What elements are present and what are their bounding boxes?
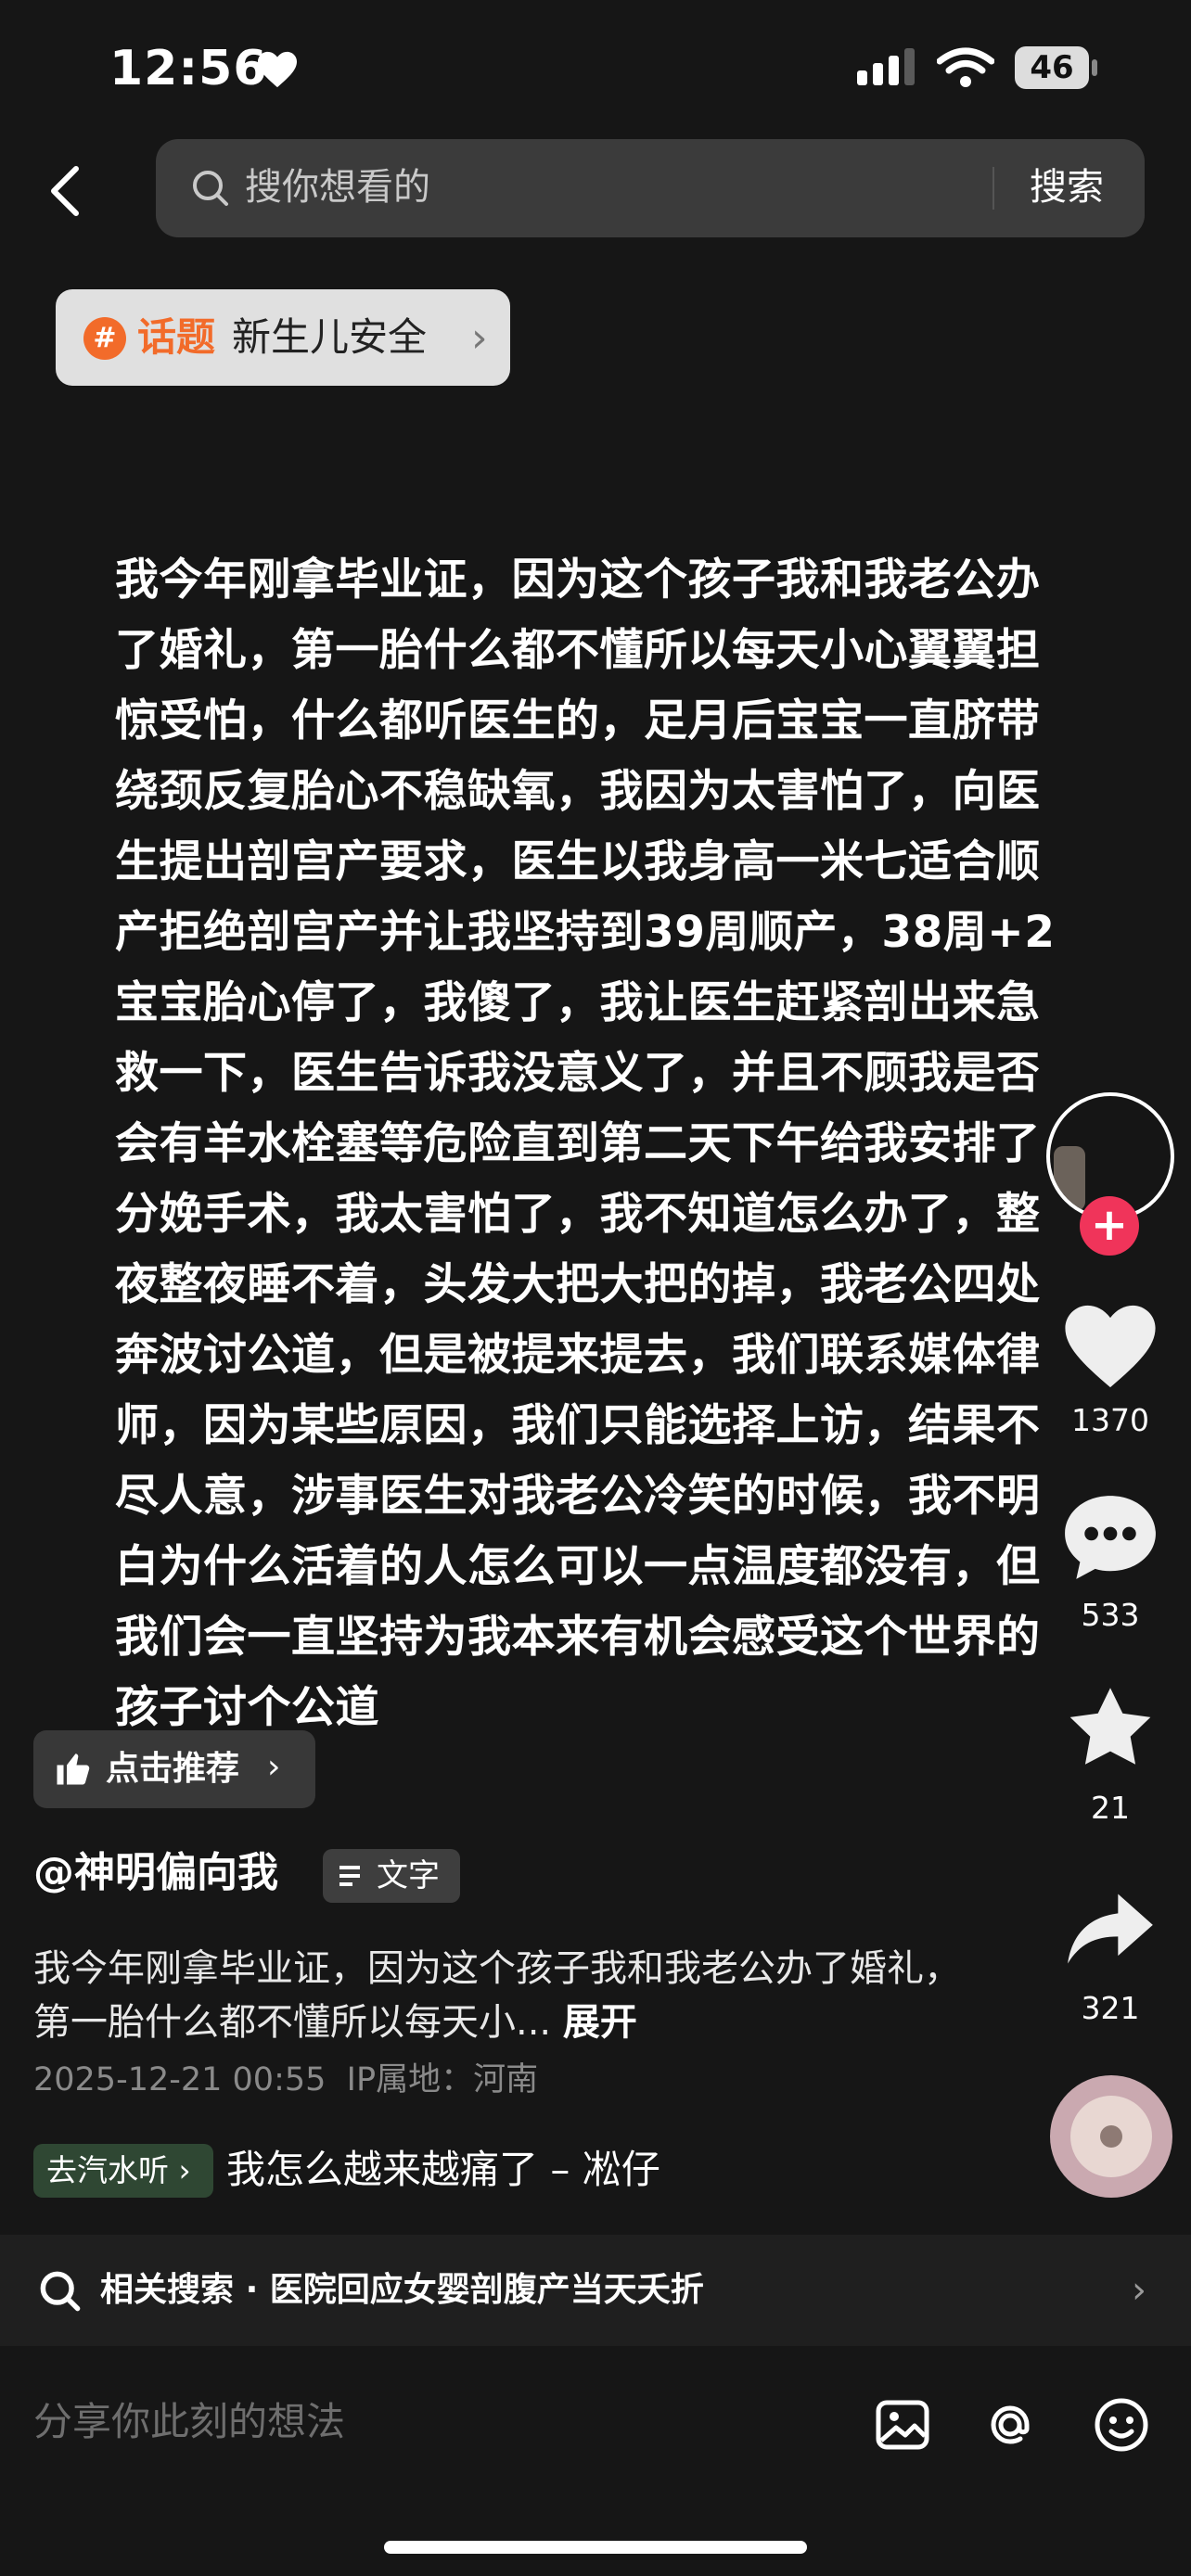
chevron-right-icon: › [471,314,488,362]
related-separator: · [245,2271,259,2309]
topic-chip[interactable]: # 话题 新生儿安全 › [56,289,510,386]
thumbs-up-icon [57,1753,90,1785]
back-icon[interactable] [46,163,87,219]
recommend-label: 点击推荐 [106,1750,240,1788]
text-type-label: 文字 [377,1857,440,1894]
share-icon[interactable] [1061,1882,1159,1975]
chevron-right-icon: › [1132,2269,1146,2312]
music-link-label: 去汽水听 [46,2152,169,2188]
mention-at-icon[interactable] [981,2396,1039,2454]
search-input[interactable]: 搜你想看的 [245,159,430,215]
related-search-text: 相关搜索 · 医院回应女婴剖腹产当天夭折 [100,2263,704,2318]
battery-icon: 46 [1015,46,1098,89]
description-text: 我今年刚拿毕业证，因为这个孩子我和我老公办了婚礼，第一胎什么都不懂所以每天小..… [33,1947,961,2044]
post-main-text: 我今年刚拿毕业证，因为这个孩子我和我老公办了婚礼，第一胎什么都不懂所以每天小心翼… [115,555,1056,1733]
related-label: 相关搜索 [100,2271,235,2309]
favorite-count: 21 [1091,1790,1130,1826]
text-lines-icon [339,1866,360,1886]
search-bar[interactable]: 搜你想看的 搜索 [156,139,1145,237]
hashtag-icon: # [83,317,126,360]
topic-name: 新生儿安全 [232,314,428,360]
like-heart-icon[interactable] [1061,1300,1159,1393]
post-meta: 2025-12-21 00:55 IP属地：河南 [33,2057,538,2103]
text-type-badge: 文字 [323,1849,460,1903]
comment-icon[interactable] [1061,1491,1159,1584]
search-divider [992,167,994,210]
status-time: 12:56 [109,41,268,96]
battery-level: 46 [1030,49,1074,86]
emoji-icon[interactable] [1093,2396,1150,2454]
music-disc[interactable] [1050,2075,1172,2198]
related-search-bar[interactable]: 相关搜索 · 医院回应女婴剖腹产当天夭折 › [0,2235,1191,2346]
home-indicator [384,2541,807,2554]
search-icon [40,2271,81,2312]
follow-button[interactable]: + [1080,1196,1139,1256]
image-icon[interactable] [876,2398,929,2452]
search-button[interactable]: 搜索 [1030,159,1104,215]
share-count: 321 [1081,1990,1140,2026]
search-icon [193,171,228,206]
ip-location: IP属地：河南 [346,2061,539,2098]
comment-input[interactable]: 分享你此刻的想法 [33,2392,345,2452]
recommend-button[interactable]: 点击推荐 › [33,1730,315,1808]
comment-count: 533 [1081,1597,1140,1633]
like-count: 1370 [1071,1402,1149,1438]
wifi-icon [937,47,994,87]
expand-button[interactable]: 展开 [563,2001,637,2044]
song-title[interactable]: 我怎么越来越痛了 – 凇仔 [226,2140,660,2200]
author-name[interactable]: @神明偏向我 [33,1843,278,1903]
post-date: 2025-12-21 00:55 [33,2061,327,2098]
chevron-right-icon: › [267,1748,281,1786]
cell-signal-icon [857,48,915,85]
related-query: 医院回应女婴剖腹产当天夭折 [269,2271,704,2309]
chevron-right-icon: › [178,2152,191,2188]
favorite-star-icon[interactable] [1061,1682,1159,1775]
music-link-chip[interactable]: 去汽水听 › [33,2144,213,2198]
post-description[interactable]: 我今年刚拿毕业证，因为这个孩子我和我老公办了婚礼，第一胎什么都不懂所以每天小..… [33,1942,961,2049]
topic-label: 话题 [137,314,216,360]
heart-status-icon [258,51,297,88]
